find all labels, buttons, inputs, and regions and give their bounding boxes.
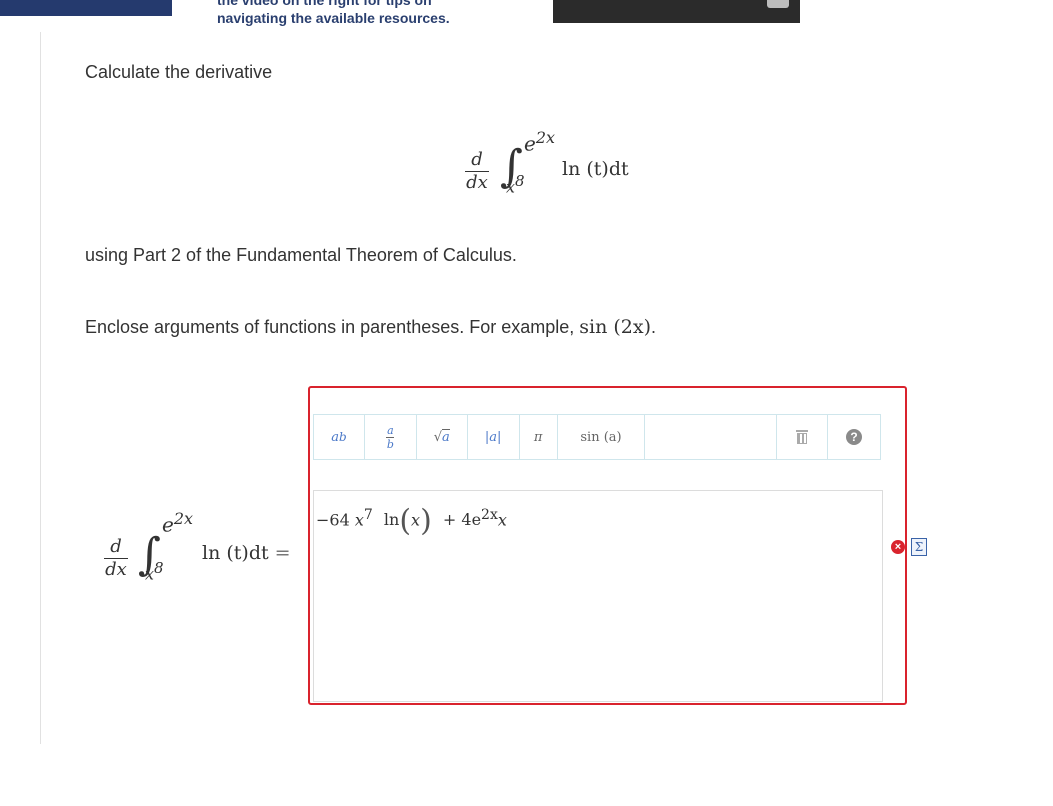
sqrt-button[interactable]: √ a	[417, 415, 468, 459]
top-note-cut-line: the video on the right for tips on	[217, 0, 432, 8]
prompt-integrand: ln (t)dt =	[202, 542, 291, 564]
error-icon: ×	[891, 540, 905, 554]
answer-var1: x	[354, 510, 364, 530]
d-numerator: d	[471, 149, 483, 170]
derivative-operator: d dx	[465, 150, 489, 193]
video-control-icon[interactable]	[767, 0, 789, 8]
prompt-lower-limit: x8	[145, 559, 164, 584]
answer-ln: ln	[383, 510, 400, 530]
answer-plus-term: + 4e	[442, 510, 482, 530]
instruction-suffix: .	[651, 317, 657, 337]
power-button[interactable]: ab	[314, 415, 365, 459]
answer-input[interactable]: −64 x7 ln(x) + 4e2xx	[313, 490, 883, 702]
top-note: the video on the right for tips on navig…	[217, 0, 517, 28]
math-toolbar: ab ab √ a |a| π sin (a) ?	[313, 414, 881, 460]
help-icon: ?	[846, 429, 863, 445]
answer-exp1: 7	[363, 507, 373, 523]
content-divider	[40, 32, 41, 744]
upper-limit: e2x	[524, 128, 556, 156]
abs-button[interactable]: |a|	[468, 415, 520, 459]
dx-denominator: dx	[466, 172, 488, 193]
clear-button[interactable]	[777, 415, 829, 459]
video-player[interactable]	[553, 0, 800, 23]
lower-limit: x8	[506, 172, 525, 197]
integrand: ln (t)dt	[562, 158, 629, 180]
toolbar-spacer	[645, 415, 778, 459]
instruction-text: Enclose arguments of functions in parent…	[85, 316, 656, 338]
prompt-upper-limit: e2x	[162, 509, 194, 537]
pi-button[interactable]: π	[520, 415, 558, 459]
sin-button[interactable]: sin (a)	[558, 415, 646, 459]
top-note-line: navigating the available resources.	[217, 10, 450, 26]
question-intro: Calculate the derivative	[85, 62, 273, 82]
answer-expression: −64 x7 ln(x) + 4e2xx	[316, 503, 507, 539]
instruction-prefix: Enclose arguments of functions in parent…	[85, 317, 580, 337]
answer-coef: −64	[316, 510, 350, 530]
answer-var2: x	[497, 510, 507, 530]
help-button[interactable]: ?	[828, 415, 880, 459]
top-nav-bar	[0, 0, 172, 16]
trash-icon	[795, 430, 809, 444]
question-part2: using Part 2 of the Fundamental Theorem …	[85, 245, 517, 265]
answer-exp2: 2x	[481, 507, 498, 523]
answer-ln-arg: x	[411, 510, 421, 530]
sigma-icon[interactable]: Σ	[911, 538, 927, 556]
prompt-derivative-operator: d dx	[104, 536, 128, 580]
instruction-example: sin (2x)	[579, 316, 651, 338]
fraction-button[interactable]: ab	[365, 415, 417, 459]
